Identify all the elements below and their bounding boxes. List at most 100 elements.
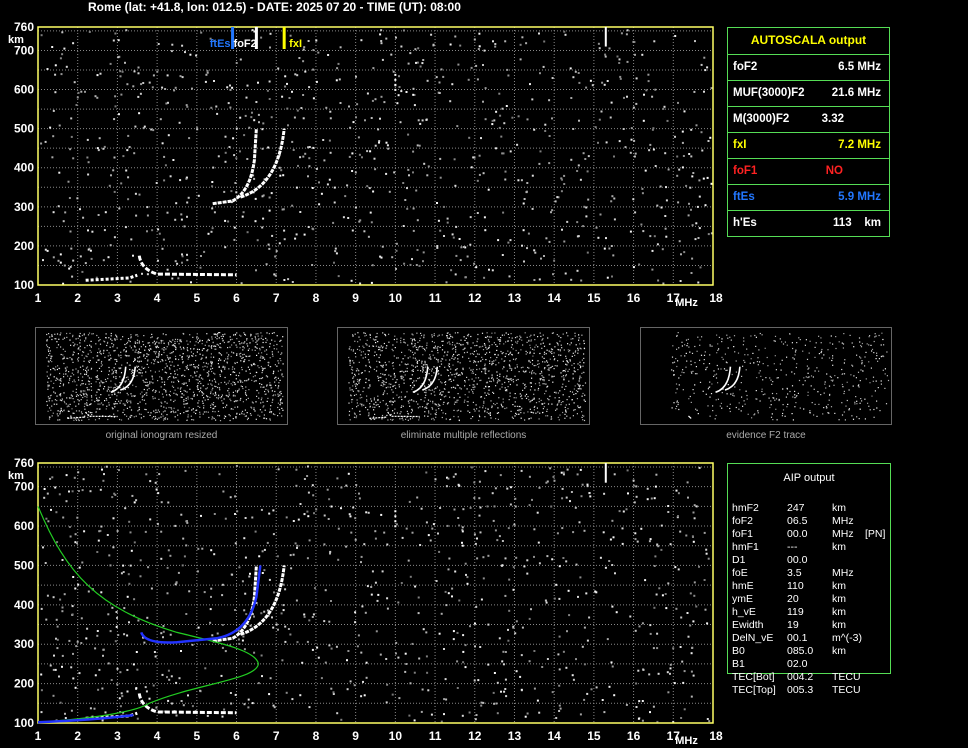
- thumb-noise-pixel: [747, 413, 749, 415]
- noise-pixel: [134, 125, 137, 128]
- noise-pixel: [619, 77, 622, 80]
- thumb-noise-pixel: [83, 369, 85, 371]
- thumb-noise-pixel: [153, 351, 155, 353]
- noise-pixel: [507, 74, 510, 77]
- thumb-noise-pixel: [279, 399, 282, 401]
- thumb-noise-pixel: [484, 353, 486, 355]
- thumb-noise-pixel: [130, 409, 133, 411]
- thumb-noise-pixel: [187, 358, 189, 360]
- thumb-noise-pixel: [280, 353, 282, 355]
- thumb-noise-pixel: [450, 368, 452, 370]
- thumb-noise-pixel: [716, 364, 718, 367]
- noise-pixel: [307, 40, 310, 42]
- thumb-noise-pixel: [348, 402, 350, 404]
- noise-pixel: [65, 65, 68, 68]
- thumb-noise-pixel: [572, 373, 574, 375]
- thumb-noise-pixel: [395, 381, 397, 383]
- noise-pixel: [70, 117, 73, 120]
- thumb-noise-pixel: [351, 408, 353, 410]
- thumb-noise-pixel: [201, 400, 204, 402]
- thumb-noise-pixel: [119, 376, 121, 378]
- thumb-noise-pixel: [203, 369, 205, 371]
- thumb-noise-pixel: [193, 393, 195, 396]
- noise-pixel: [459, 259, 462, 262]
- thumb-noise-pixel: [859, 408, 861, 410]
- noise-pixel: [501, 254, 504, 256]
- noise-pixel: [268, 209, 271, 212]
- thumb-noise-pixel: [715, 373, 718, 375]
- thumb-noise-pixel: [472, 386, 474, 388]
- noise-pixel: [460, 246, 463, 249]
- thumb-noise-pixel: [87, 416, 89, 418]
- noise-pixel: [124, 226, 127, 229]
- thumb-noise-pixel: [473, 408, 475, 410]
- thumb-noise-pixel: [148, 387, 150, 390]
- autoscala-label: h'Es: [733, 217, 757, 229]
- thumb-noise-pixel: [166, 414, 168, 416]
- thumb-noise-pixel: [95, 343, 97, 345]
- thumb-noise-pixel: [450, 335, 452, 337]
- thumb-noise-pixel: [214, 380, 216, 382]
- thumb-noise-pixel: [356, 406, 358, 408]
- noise-pixel: [399, 121, 402, 124]
- thumb-noise-pixel: [113, 413, 115, 415]
- thumb-noise-pixel: [478, 414, 480, 416]
- noise-pixel: [94, 95, 97, 98]
- noise-pixel: [612, 254, 615, 257]
- thumb-noise-pixel: [352, 385, 354, 387]
- noise-pixel: [355, 75, 357, 78]
- thumb-noise-pixel: [258, 352, 260, 354]
- thumb-noise-pixel: [379, 346, 381, 348]
- thumb-noise-pixel: [858, 418, 860, 420]
- thumb-noise-pixel: [130, 337, 132, 339]
- thumb-noise-pixel: [404, 355, 406, 357]
- thumb-noise-pixel: [562, 370, 565, 372]
- thumb-noise-pixel: [83, 394, 85, 396]
- thumb-noise-pixel: [675, 358, 677, 360]
- thumb-noise-pixel: [167, 342, 170, 344]
- thumb-noise-pixel: [225, 383, 227, 385]
- thumb-noise-pixel: [269, 357, 271, 359]
- thumb-noise-pixel: [524, 332, 526, 334]
- thumb-noise-pixel: [115, 377, 117, 380]
- thumb-noise-pixel: [577, 347, 579, 349]
- thumb-noise-pixel: [75, 388, 77, 390]
- noise-pixel: [338, 78, 341, 81]
- thumb-noise-pixel: [399, 364, 401, 366]
- thumb-noise-pixel: [90, 386, 92, 388]
- noise-pixel: [484, 118, 487, 121]
- noise-pixel: [693, 581, 696, 584]
- thumb-noise-pixel: [676, 401, 678, 403]
- noise-pixel: [484, 87, 487, 90]
- thumb-noise-pixel: [61, 400, 63, 402]
- thumb-noise-pixel: [242, 356, 244, 359]
- thumb-noise-pixel: [367, 349, 369, 352]
- thumb-noise-pixel: [262, 386, 264, 388]
- noise-pixel: [411, 531, 414, 534]
- thumb-noise-pixel: [452, 355, 454, 357]
- thumb-noise-pixel: [89, 404, 91, 406]
- thumb-noise-pixel: [818, 353, 820, 355]
- thumb-noise-pixel: [753, 414, 755, 416]
- thumb-noise-pixel: [110, 380, 112, 382]
- noise-pixel: [478, 45, 481, 48]
- noise-pixel: [126, 149, 129, 152]
- thumb-noise-pixel: [518, 352, 520, 354]
- noise-pixel: [653, 235, 656, 238]
- noise-pixel: [587, 155, 590, 158]
- thumb-noise-pixel: [401, 351, 403, 353]
- thumb-noise-pixel: [400, 342, 402, 344]
- thumb-noise-pixel: [828, 385, 831, 387]
- thumb-noise-pixel: [278, 409, 281, 411]
- noise-pixel: [255, 101, 258, 103]
- thumb-noise-pixel: [476, 340, 478, 342]
- noise-pixel: [245, 96, 248, 99]
- thumb-noise-pixel: [279, 379, 281, 381]
- thumb-noise-pixel: [362, 351, 364, 353]
- noise-pixel: [356, 103, 359, 106]
- thumb-noise-pixel: [520, 336, 522, 338]
- noise-pixel: [475, 714, 478, 716]
- thumb-noise-pixel: [355, 417, 357, 419]
- noise-pixel: [515, 556, 518, 559]
- thumb-noise-pixel: [440, 398, 442, 401]
